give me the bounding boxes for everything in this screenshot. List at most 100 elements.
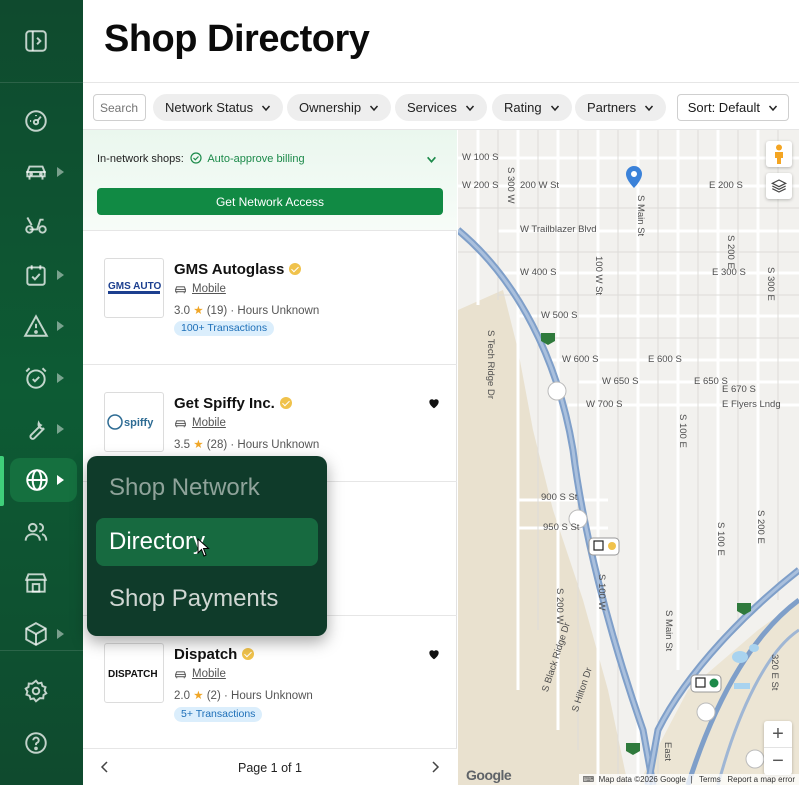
map-footer: Google ⌨ Map data ©2026 Google | Terms R… — [458, 767, 799, 785]
shop-service: Mobile — [174, 668, 226, 680]
filter-partners[interactable]: Partners — [575, 94, 667, 121]
sidebar-item-shop-network[interactable] — [10, 458, 77, 502]
sidebar-item-dashboard[interactable] — [10, 99, 62, 143]
pagination: Page 1 of 1 — [83, 748, 457, 785]
street-label: East — [662, 742, 673, 762]
shop-rating: 3.0 ★ (19) · Hours Unknown — [174, 305, 320, 317]
street-label: 950 S St — [543, 522, 580, 533]
shop-service: Mobile — [174, 283, 226, 295]
street-label: S 100 E — [677, 414, 688, 448]
filter-label: Partners — [587, 100, 637, 115]
street-label: S 100 E — [715, 522, 726, 556]
shop-name[interactable]: Get Spiffy Inc. — [174, 395, 292, 412]
svg-text:spiffy: spiffy — [124, 417, 154, 429]
sidebar-item-store[interactable] — [10, 561, 62, 605]
svg-text:GMS AUTOGLASS: GMS AUTOGLASS — [108, 281, 161, 292]
street-label: W 400 S — [520, 267, 557, 278]
layers-icon — [771, 179, 787, 193]
chevron-down-icon — [262, 105, 271, 111]
sort-select[interactable]: Sort: Default — [676, 94, 789, 121]
heart-icon[interactable] — [427, 647, 441, 661]
banner-label: In-network shops: — [97, 153, 184, 165]
settings-icon — [24, 679, 48, 703]
verified-badge-icon — [289, 263, 302, 275]
users-icon — [24, 522, 48, 541]
street-label: S Main St — [635, 195, 646, 237]
street-label: 100 W St — [593, 256, 604, 296]
sidebar-item-equipment[interactable] — [10, 202, 62, 246]
chevron-down-icon[interactable] — [426, 154, 437, 165]
submenu-item-shop-payments[interactable]: Shop Payments — [96, 575, 318, 623]
sidebar-item-help[interactable] — [10, 721, 62, 765]
filter-bar: Network Status Ownership Services Rating… — [83, 83, 799, 130]
filter-label: Services — [407, 100, 457, 115]
map-layers-button[interactable] — [766, 173, 792, 199]
street-label: E 200 S — [709, 180, 743, 191]
sidebar-item-reminders[interactable] — [10, 356, 62, 400]
zoom-in-button[interactable]: + — [764, 721, 792, 748]
chevron-right-icon[interactable] — [430, 761, 440, 773]
street-label: 320 E St — [769, 654, 780, 691]
box-icon — [25, 622, 47, 646]
shop-rating: 3.5 ★ (28) · Hours Unknown — [174, 439, 320, 451]
filter-services[interactable]: Services — [395, 94, 487, 121]
sidebar-toggle-icon — [25, 30, 47, 52]
zoom-out-button[interactable]: − — [764, 748, 792, 775]
street-label: S Tech Ridge Dr — [485, 330, 496, 399]
car-icon — [175, 285, 186, 293]
sidebar-toggle-button[interactable] — [10, 19, 62, 63]
sidebar-item-service[interactable] — [10, 407, 62, 451]
page-indicator: Page 1 of 1 — [238, 761, 302, 775]
terms-link[interactable]: Terms — [699, 775, 721, 784]
street-label: S Main St — [663, 610, 674, 652]
sidebar-item-settings[interactable] — [10, 669, 62, 713]
car-icon — [26, 165, 46, 180]
help-icon — [25, 732, 47, 754]
filter-rating[interactable]: Rating — [492, 94, 572, 121]
gms-autoglass-logo: GMS AUTOGLASS — [108, 281, 161, 294]
shop-name[interactable]: Dispatch — [174, 646, 255, 663]
sort-label: Sort: Default — [687, 100, 760, 115]
spiffy-logo: spiffy — [107, 414, 154, 430]
page-title: Shop Directory — [104, 18, 370, 60]
street-label: S 300 E — [765, 267, 776, 301]
street-label: S 200 W — [554, 588, 565, 625]
street-label: W 600 S — [562, 354, 599, 365]
map-canvas — [458, 130, 799, 785]
chevron-down-icon — [550, 105, 559, 111]
shop-card[interactable]: GMS AUTOGLASS GMS Autoglass Mobile 3.0 ★… — [83, 231, 457, 365]
search-input[interactable] — [93, 94, 146, 121]
sidebar-item-schedule[interactable] — [10, 253, 62, 297]
street-label: W 200 S — [462, 180, 499, 191]
sidebar-item-issues[interactable] — [10, 304, 62, 348]
car-icon — [175, 670, 186, 678]
filter-network-status[interactable]: Network Status — [153, 94, 284, 121]
google-logo: Google — [466, 767, 512, 783]
filter-ownership[interactable]: Ownership — [287, 94, 392, 121]
store-icon — [24, 573, 48, 593]
map[interactable]: W 100 S W 200 S 200 W St S 300 W S Main … — [458, 130, 799, 785]
sidebar-item-vehicles[interactable] — [10, 150, 62, 194]
heart-icon[interactable] — [427, 396, 441, 410]
submenu-item-shop-network[interactable]: Shop Network — [96, 464, 318, 512]
mouse-cursor-icon — [197, 538, 210, 557]
shop-logo: GMS AUTOGLASS — [104, 258, 164, 318]
street-label: S 200 E — [725, 235, 736, 269]
shop-service: Mobile — [174, 417, 226, 429]
banner-status: Auto-approve billing — [207, 153, 305, 165]
street-view-button[interactable] — [766, 141, 792, 167]
banner-text: In-network shops: Auto-approve billing — [97, 152, 305, 165]
street-label: W 650 S — [602, 376, 639, 387]
keyboard-icon[interactable]: ⌨ — [583, 775, 595, 784]
calendar-check-icon — [26, 265, 46, 286]
map-attribution: ⌨ Map data ©2026 Google | Terms Report a… — [578, 774, 799, 785]
get-network-access-button[interactable]: Get Network Access — [97, 188, 443, 215]
street-label: W 100 S — [462, 152, 499, 163]
filter-label: Rating — [504, 100, 542, 115]
chevron-down-icon — [370, 105, 379, 111]
car-icon — [175, 419, 186, 427]
shop-name[interactable]: GMS Autoglass — [174, 261, 302, 278]
sidebar-item-users[interactable] — [10, 510, 62, 554]
report-map-error-link[interactable]: Report a map error — [727, 775, 795, 784]
chevron-down-icon — [465, 105, 474, 111]
